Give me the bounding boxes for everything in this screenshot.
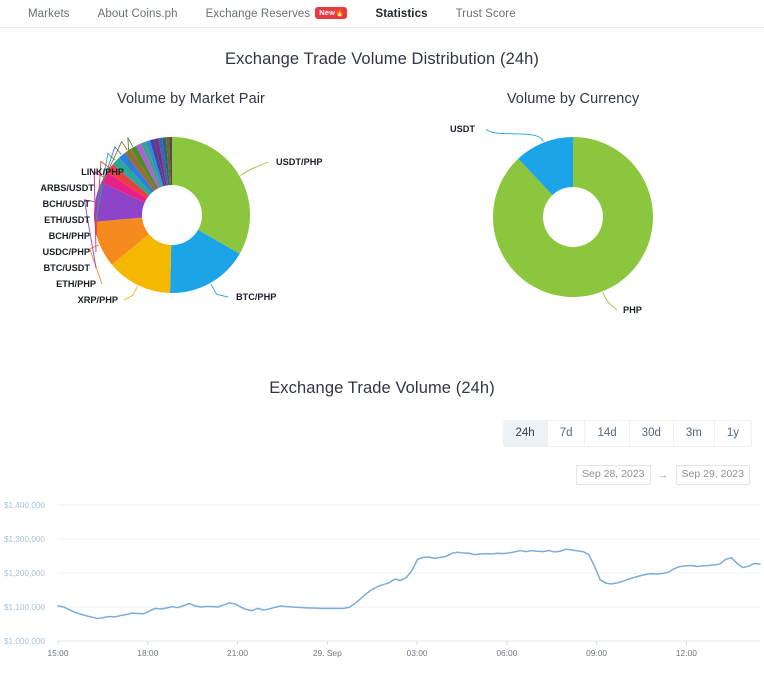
x-axis-tick-label: 15:00 bbox=[48, 648, 69, 658]
range-button-1y[interactable]: 1y bbox=[714, 421, 751, 446]
x-axis-tick-label: 03:00 bbox=[407, 648, 428, 658]
currency-donut-wrap: PHP USDT bbox=[382, 113, 764, 368]
pie-slice-label: USDC/PHP bbox=[43, 247, 90, 257]
x-axis-tick-label: 18:00 bbox=[137, 648, 158, 658]
market-pair-donut-wrap: USDT/PHP BTC/PHP XRP/PHP ETH/PHP BTC/USDT USD… bbox=[0, 113, 382, 368]
volume-chart-title: Exchange Trade Volume (24h) bbox=[269, 379, 495, 397]
volume-by-currency-title: Volume by Currency bbox=[506, 91, 640, 107]
volume-line-chart: $1,000,000 $1,100,000 $1,200,000 $1,300,000… bbox=[0, 495, 764, 667]
y-axis-tick-label: $1,000,000 bbox=[4, 637, 45, 646]
nav-item-exchange-reserves[interactable]: Exchange Reserves New🔥 bbox=[192, 6, 362, 20]
new-badge: New🔥 bbox=[315, 6, 348, 19]
range-button-24h[interactable]: 24h bbox=[503, 421, 548, 446]
date-to-input[interactable]: Sep 29, 2023 bbox=[675, 465, 750, 485]
volume-series-line bbox=[57, 548, 761, 620]
pie-slice-label: ARBS/USDT bbox=[40, 183, 94, 193]
range-button-30d[interactable]: 30d bbox=[629, 421, 674, 446]
exchange-trade-volume-section: Exchange Trade Volume (24h) 24h 7d 14d 3… bbox=[0, 379, 764, 667]
nav-item-markets[interactable]: Markets bbox=[14, 8, 84, 20]
y-axis-tick-label: $1,200,000 bbox=[4, 569, 45, 578]
nav-item-about-coins-ph[interactable]: About Coins.ph bbox=[84, 8, 192, 20]
x-axis-tick-label: 06:00 bbox=[496, 648, 517, 658]
pie-leader-line bbox=[240, 161, 269, 176]
y-axis-tick-label: $1,100,000 bbox=[4, 603, 45, 612]
pie-slice-label: USDT bbox=[450, 124, 475, 134]
x-axis-tick-label: 09:00 bbox=[586, 648, 607, 658]
top-navigation: Markets About Coins.ph Exchange Reserves… bbox=[0, 0, 764, 28]
date-range-arrow: → bbox=[657, 469, 669, 481]
volume-by-market-pair-title: Volume by Market Pair bbox=[117, 91, 265, 107]
pie-slice-label: BCH/USDT bbox=[43, 199, 91, 209]
pie-slice-label: XRP/PHP bbox=[78, 295, 118, 305]
currency-donut-svg: PHP USDT bbox=[450, 124, 653, 315]
volume-by-currency-chart: Volume by Currency PHP USDT bbox=[382, 83, 764, 373]
range-selector: 24h 7d 14d 30d 3m 1y bbox=[0, 420, 764, 447]
x-axis-tick-label: 29. Sep bbox=[313, 648, 342, 658]
date-range-picker: Sep 28, 2023 → Sep 29, 2023 bbox=[0, 465, 764, 485]
y-axis-tick-label: $1,400,000 bbox=[4, 501, 45, 510]
range-button-group: 24h 7d 14d 30d 3m 1y bbox=[502, 420, 752, 447]
pie-slice-label: USDT/PHP bbox=[276, 157, 322, 167]
market-pair-donut-svg: USDT/PHP BTC/PHP XRP/PHP ETH/PHP BTC/USDT USD… bbox=[40, 137, 322, 305]
nav-item-label: Markets bbox=[28, 7, 70, 20]
pie-leader-line bbox=[123, 285, 138, 301]
pie-slice-label: ETH/USDT bbox=[44, 215, 90, 225]
nav-item-label: Exchange Reserves bbox=[205, 7, 311, 20]
x-axis-tick-label: 12:00 bbox=[676, 648, 697, 658]
y-axis-tick-label: $1,300,000 bbox=[4, 535, 45, 544]
nav-item-label: Trust Score bbox=[455, 7, 516, 20]
distribution-title: Exchange Trade Volume Distribution (24h) bbox=[224, 50, 539, 68]
volume-by-market-pair-chart: Volume by Market Pair USDT/PHP BTC/PHP XRP… bbox=[0, 83, 382, 373]
pie-slice-label: BCH/PHP bbox=[49, 231, 90, 241]
pie-slice-label: PHP bbox=[623, 305, 642, 315]
nav-item-label: Statistics bbox=[375, 7, 428, 20]
pie-slice[interactable] bbox=[172, 137, 250, 254]
nav-item-statistics[interactable]: Statistics bbox=[361, 8, 441, 20]
date-from-input[interactable]: Sep 28, 2023 bbox=[576, 465, 651, 485]
nav-item-trust-score[interactable]: Trust Score bbox=[442, 8, 530, 20]
pie-slice-label: ETH/PHP bbox=[56, 279, 96, 289]
x-axis-tick-label: 21:00 bbox=[227, 648, 248, 658]
pie-leader-line bbox=[602, 292, 618, 311]
volume-line-chart-svg: $1,000,000 $1,100,000 $1,200,000 $1,300,000… bbox=[4, 501, 761, 658]
nav-item-label: About Coins.ph bbox=[97, 7, 178, 20]
pie-slice-label: LINK/PHP bbox=[81, 167, 124, 177]
pie-leader-line bbox=[210, 283, 229, 298]
pie-slice-label: BTC/PHP bbox=[236, 292, 276, 302]
range-button-3m[interactable]: 3m bbox=[673, 421, 715, 446]
range-button-14d[interactable]: 14d bbox=[585, 421, 630, 446]
pie-slice-label: BTC/USDT bbox=[44, 263, 91, 273]
pie-leader-line bbox=[485, 128, 544, 142]
distribution-charts: Volume by Market Pair USDT/PHP BTC/PHP XRP… bbox=[0, 83, 764, 373]
range-button-7d[interactable]: 7d bbox=[547, 421, 586, 446]
